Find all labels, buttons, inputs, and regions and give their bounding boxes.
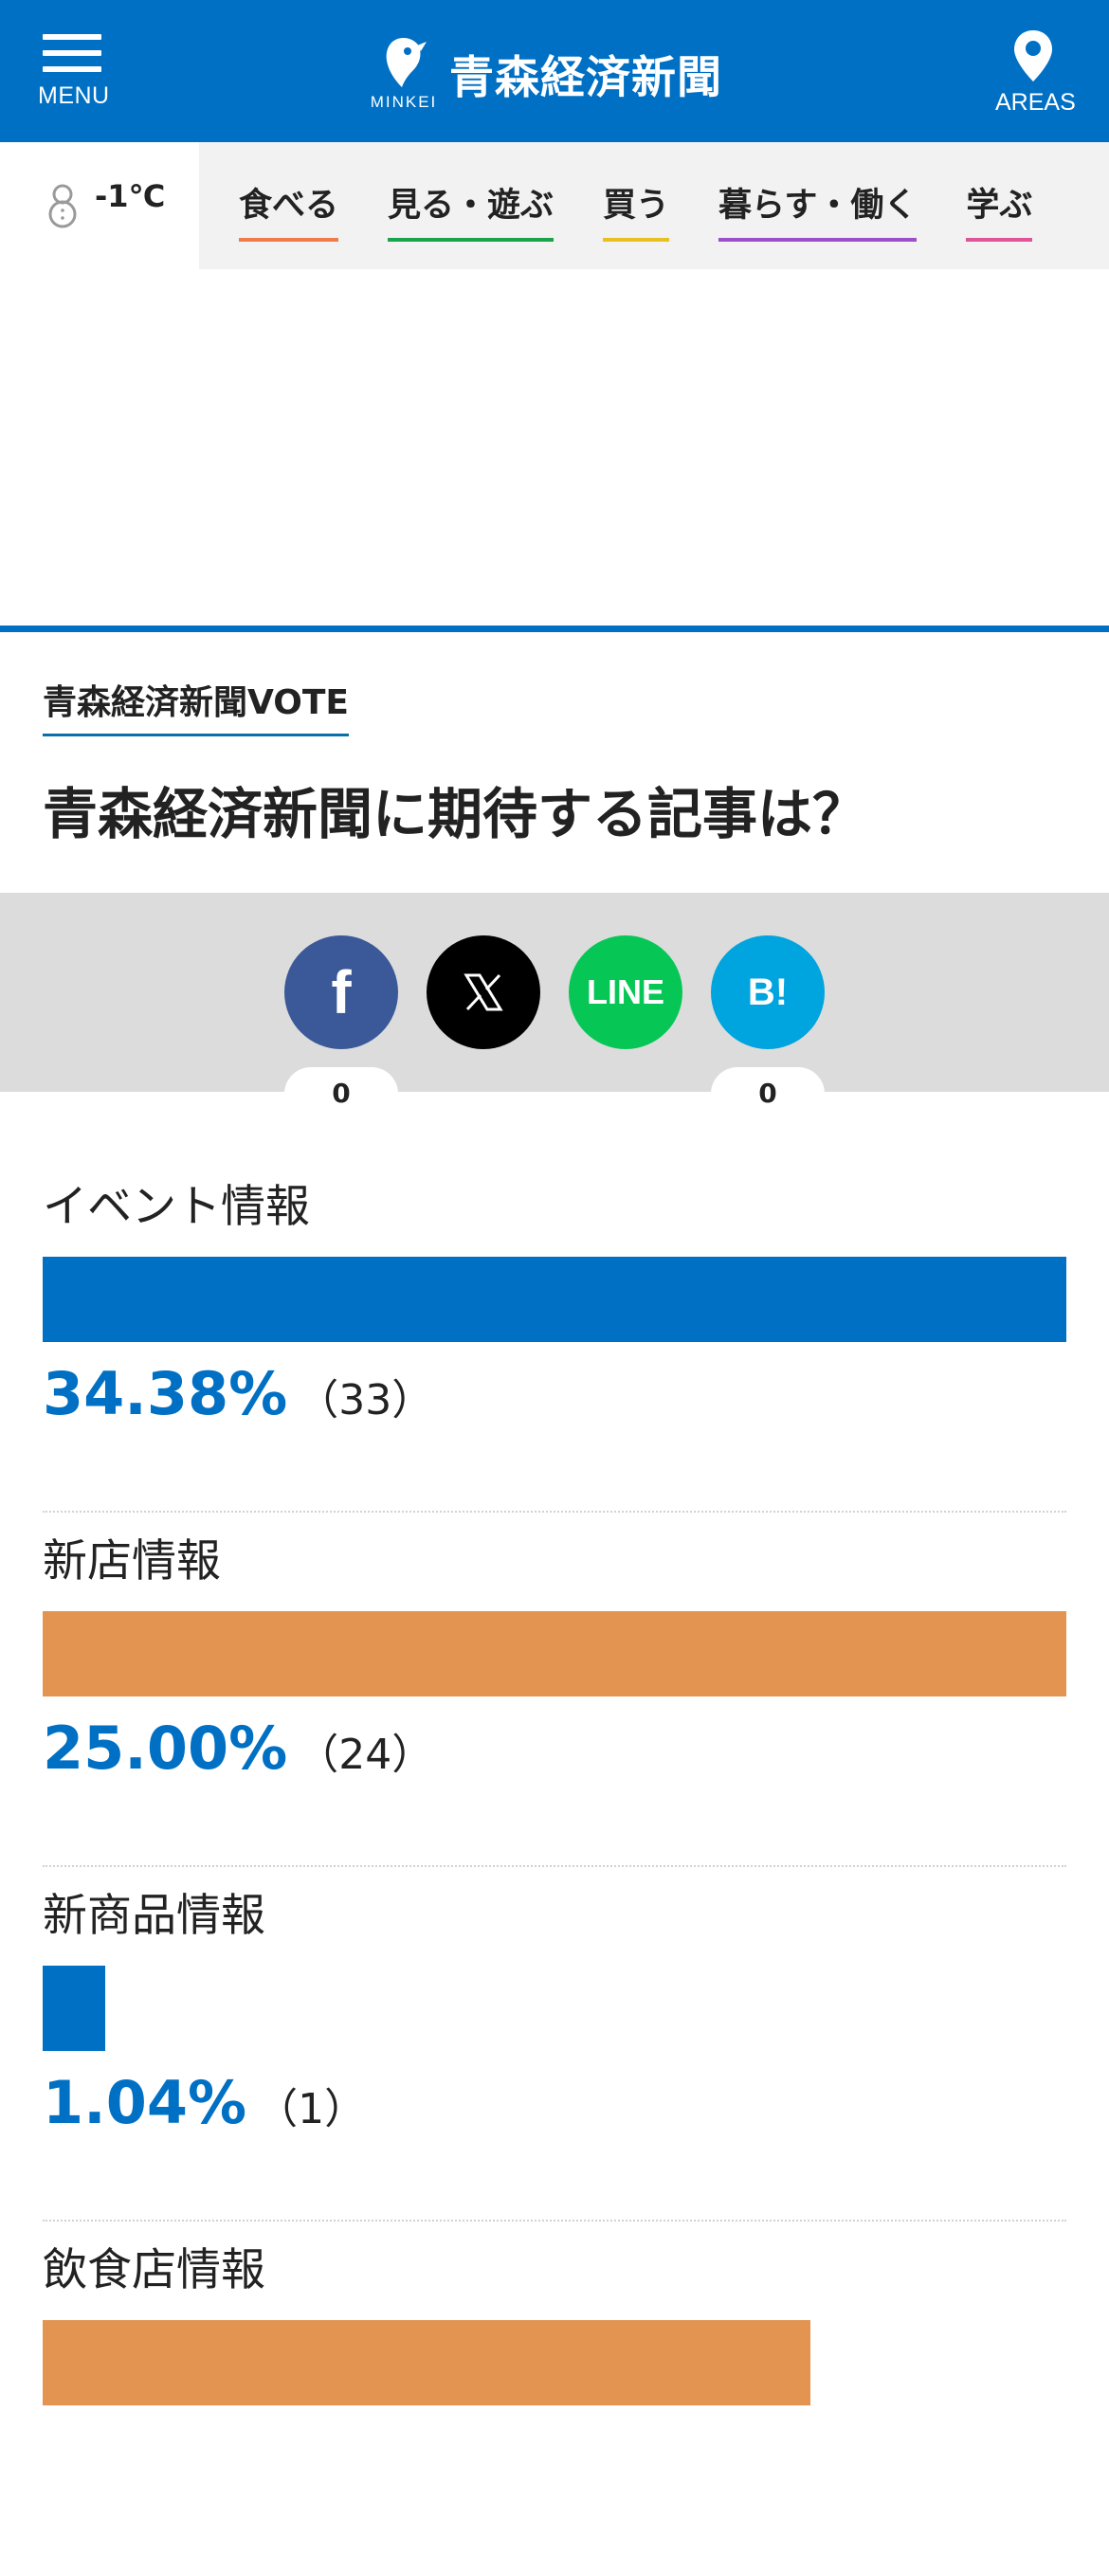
x-icon — [464, 973, 503, 1011]
vote-option: 新店情報 25.00% （24） — [43, 1513, 1066, 1867]
hatena-bookmark-button[interactable]: B! — [711, 935, 825, 1049]
hatena-bookmark-count: 0 — [711, 1067, 825, 1120]
vote-section-label: 青森経済新聞VOTE — [43, 675, 349, 736]
vote-bar — [43, 1611, 1066, 1696]
vote-bar-track — [43, 1611, 1066, 1696]
vote-option: イベント情報 34.38% （33） — [43, 1158, 1066, 1513]
vote-percent: 34.38% — [43, 1359, 288, 1428]
hamburger-icon — [43, 34, 101, 72]
vote-bar-track — [43, 1966, 1066, 2051]
menu-label: MENU — [38, 82, 110, 109]
line-icon: LINE — [586, 972, 664, 1011]
vote-option-label: 新店情報 — [43, 1535, 221, 1587]
vote-bar-track — [43, 2320, 1066, 2405]
vote-count: （24） — [297, 1731, 434, 1779]
vote-option-label: 新商品情報 — [43, 1890, 265, 1942]
site-logo[interactable]: MINKEI 青森経済新聞 — [370, 30, 722, 116]
vote-option-label: イベント情報 — [43, 1181, 310, 1233]
vote-percent-line: 34.38% （33） — [43, 1359, 433, 1428]
vote-percent: 25.00% — [43, 1714, 288, 1783]
facebook-icon: f — [331, 958, 352, 1026]
logo-subtext: MINKEI — [370, 93, 438, 111]
areas-button[interactable]: AREAS — [995, 28, 1076, 117]
bird-icon — [386, 38, 427, 87]
vote-percent: 1.04% — [43, 2068, 247, 2137]
facebook-share-count: 0 — [284, 1067, 398, 1120]
hatena-bookmark-icon: B! — [747, 971, 789, 1013]
temperature: -1℃ — [95, 178, 166, 214]
vote-results: イベント情報 34.38% （33） 新店情報 25.00% （24） 新商品情報 1.04%… — [43, 1158, 1066, 2576]
vote-count: （33） — [297, 1376, 434, 1424]
areas-label: AREAS — [995, 89, 1076, 116]
vote-question: 青森経済新聞に期待する記事は？ — [43, 782, 868, 846]
vote-percent-line: 1.04% （1） — [43, 2068, 366, 2137]
category-nav: -1℃ 食べる 見る・遊ぶ 買う 暮らす・働く 学ぶ — [0, 142, 1109, 269]
category-tab[interactable]: 見る・遊ぶ — [388, 178, 554, 242]
site-header: MENU MINKEI 青森経済新聞 AREAS — [0, 0, 1109, 142]
line-share-button[interactable]: LINE — [569, 935, 682, 1049]
snowman-icon — [48, 184, 77, 228]
weather-widget: -1℃ — [0, 142, 199, 269]
vote-option-label: 飲食店情報 — [43, 2244, 265, 2296]
facebook-share-button[interactable]: f — [284, 935, 398, 1049]
vote-bar — [43, 1966, 105, 2051]
vote-bar-track — [43, 1257, 1066, 1342]
divider — [0, 626, 1109, 632]
category-tab[interactable]: 暮らす・働く — [718, 178, 918, 242]
vote-bar — [43, 1257, 1066, 1342]
ad-space — [0, 269, 1109, 626]
vote-percent-line: 25.00% （24） — [43, 1714, 433, 1783]
x-share-button[interactable] — [427, 935, 540, 1049]
vote-count: （1） — [256, 2085, 367, 2133]
category-tab[interactable]: 学ぶ — [966, 178, 1033, 242]
map-pin-icon — [1014, 30, 1052, 82]
category-tab[interactable]: 食べる — [239, 178, 339, 242]
category-tab[interactable]: 買う — [603, 178, 670, 242]
menu-button[interactable]: MENU — [38, 34, 110, 119]
vote-option: 飲食店情報 — [43, 2222, 1066, 2576]
vote-bar — [43, 2320, 810, 2405]
share-bar: f LINE B! — [0, 893, 1109, 1092]
vote-option: 新商品情報 1.04% （1） — [43, 1867, 1066, 2222]
site-name: 青森経済新聞 — [449, 51, 722, 104]
